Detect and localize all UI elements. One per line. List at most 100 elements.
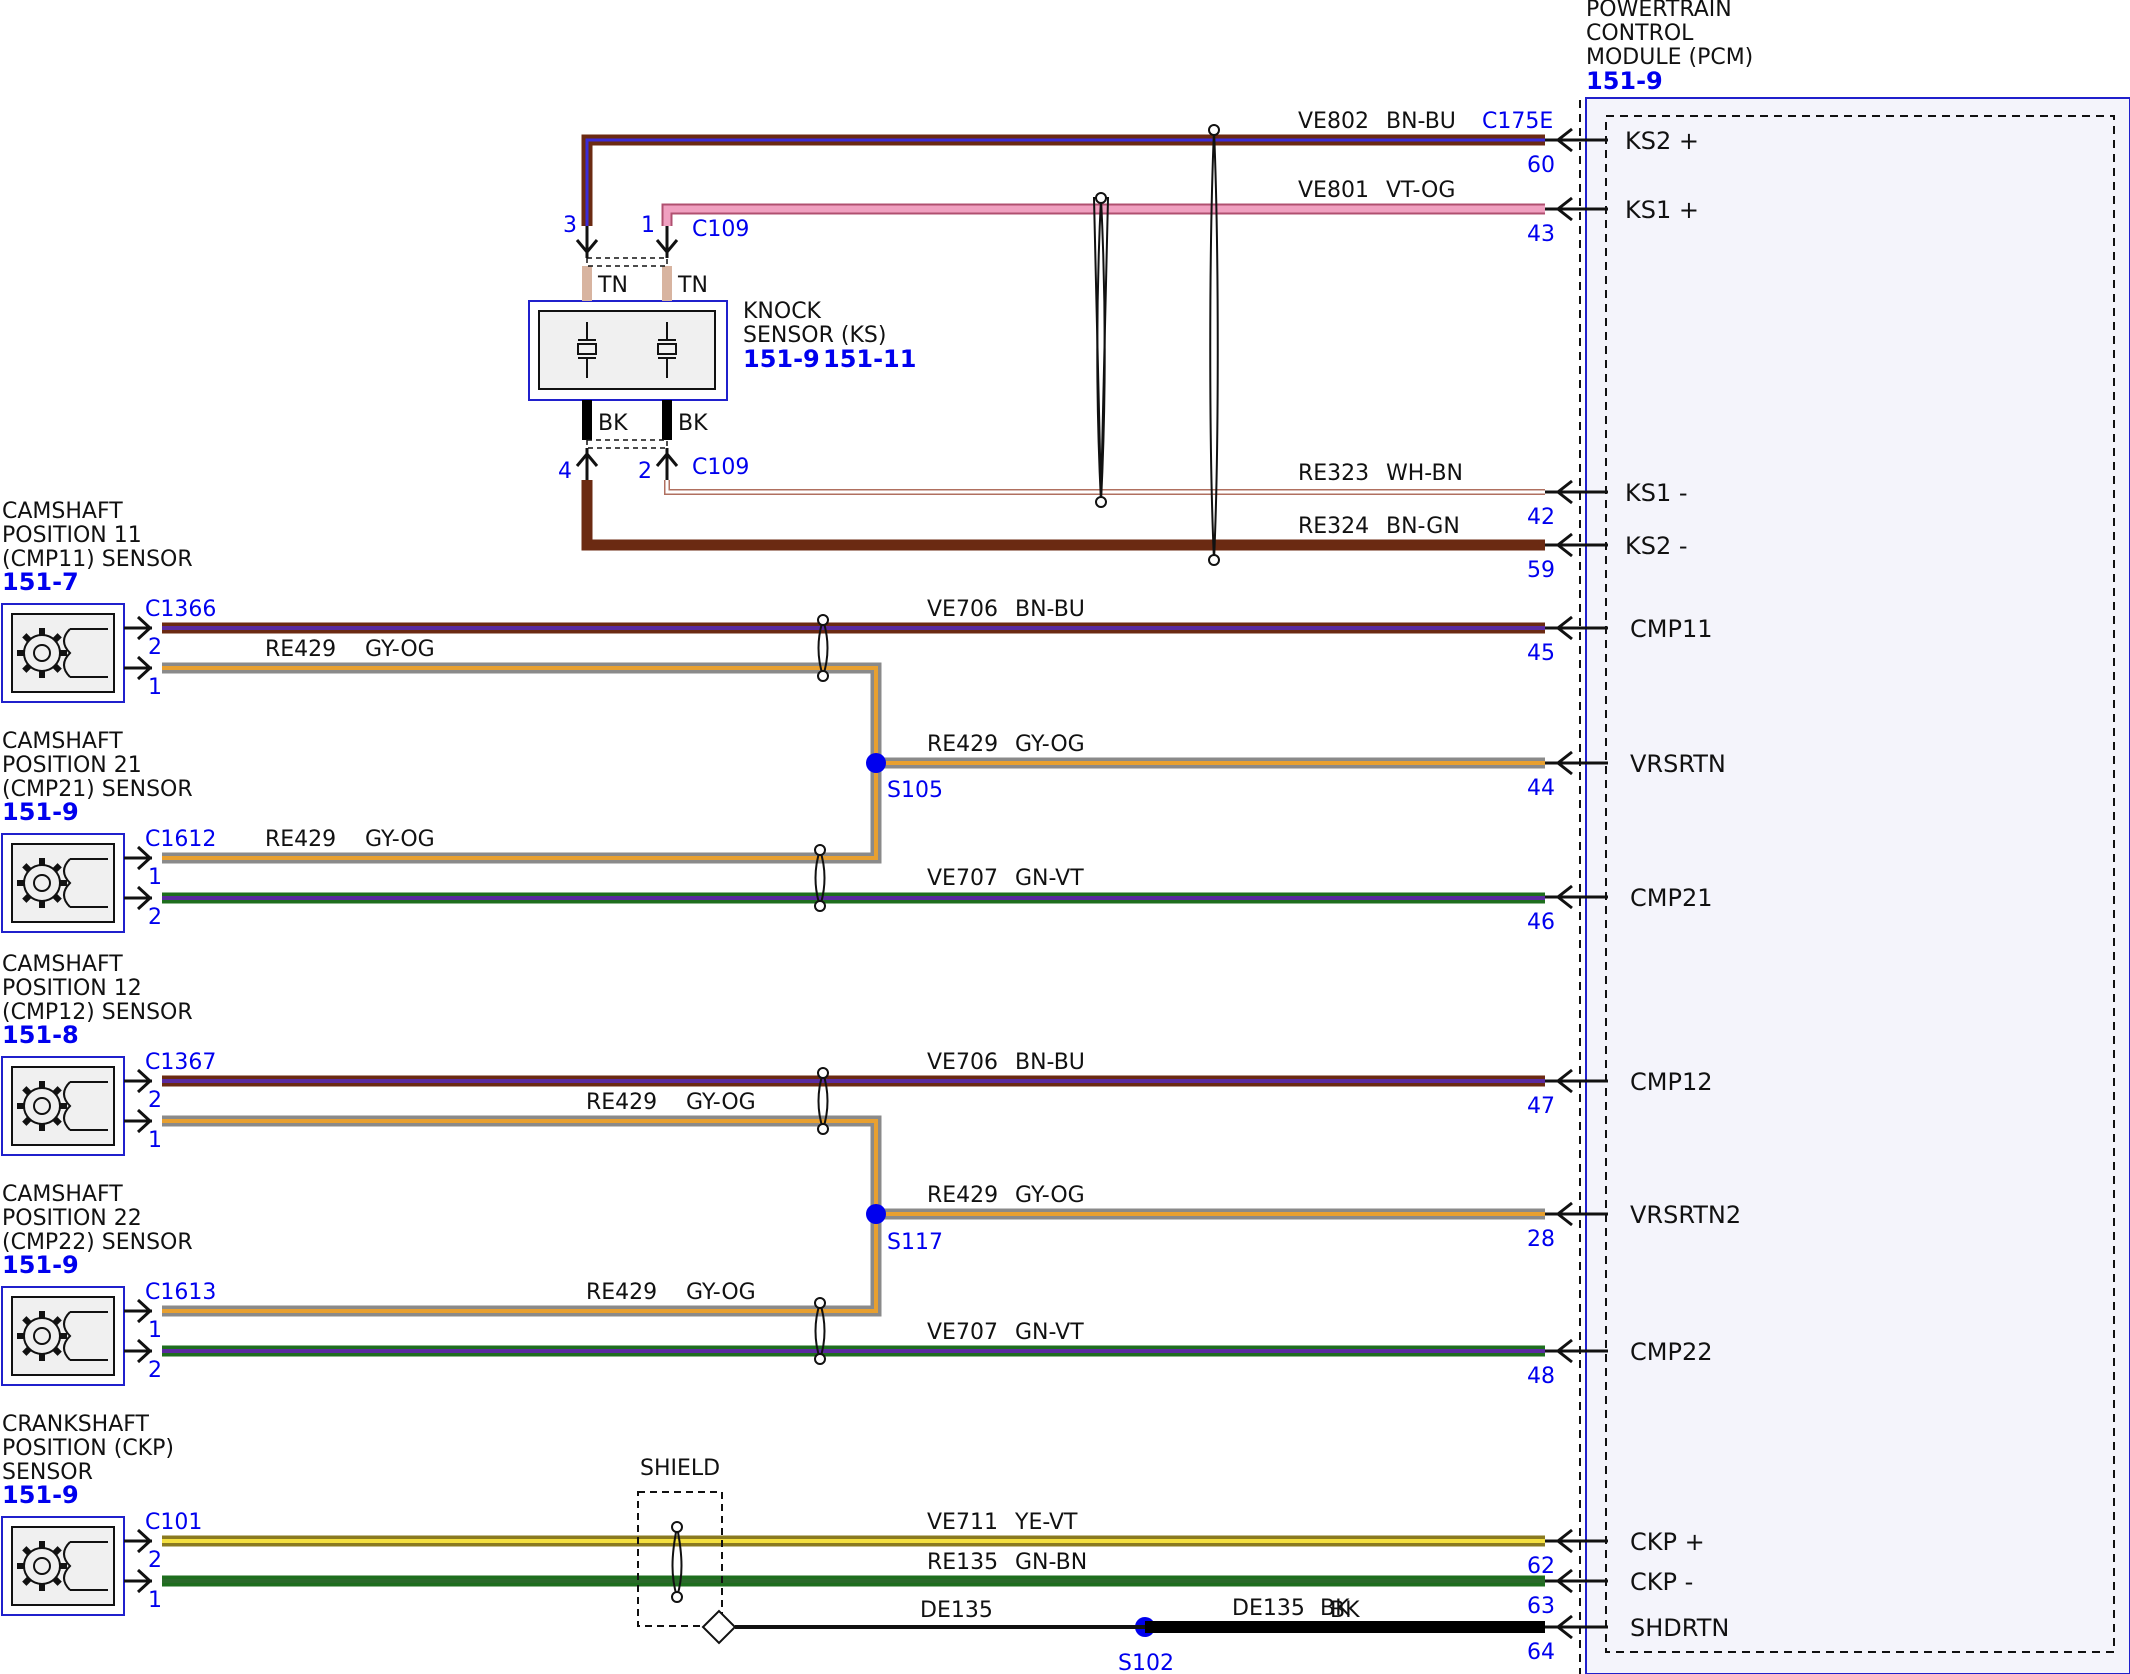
circuit-8-pin: 47: [1527, 1094, 1555, 1119]
ks-top-connector-box: [586, 257, 668, 267]
pcm-ref[interactable]: 151-9: [1586, 67, 1663, 95]
sensor-1-title-line-1: CAMSHAFT: [2, 499, 123, 524]
sensor-3-title-line-1: CAMSHAFT: [2, 952, 123, 977]
circuit-1-color: BN-BU: [1386, 109, 1456, 134]
sensor-2-title-line-2: POSITION 21: [2, 753, 142, 778]
shield-box: [637, 1491, 723, 1627]
pcm-pin-9: VRSRTN2: [1545, 1201, 1741, 1229]
branch-2-id: RE429: [265, 827, 336, 852]
ks-pin-1: 1: [641, 213, 655, 238]
circuit-9-color: GY-OG: [1015, 1183, 1085, 1208]
circuit-9-id: RE429: [927, 1183, 998, 1208]
circuit-7-id: VE707: [927, 866, 998, 891]
ks-ref-1[interactable]: 151-9: [743, 345, 820, 373]
circuit-11-color: YE-VT: [1014, 1510, 1078, 1535]
pcm-pin-2-label: KS1 +: [1625, 196, 1699, 224]
ks-pin-1-arrow: [655, 226, 679, 258]
circuit-10-pin: 48: [1527, 1364, 1555, 1389]
shield-label: SHIELD: [640, 1456, 720, 1481]
pcm-pin-11-label: CKP +: [1630, 1528, 1705, 1556]
circuit-1-pin: 60: [1527, 153, 1555, 178]
sensor-4-title-line-2: POSITION 22: [2, 1206, 142, 1231]
knock-sensor-body: [538, 310, 716, 390]
ks-lead-color-4: BK: [678, 411, 708, 436]
ks-title-line-1: KNOCK: [743, 299, 822, 324]
pcm-pin-13: SHDRTN: [1545, 1614, 1729, 1642]
ks1-twist: [1092, 197, 1110, 498]
shield-drain-color: BK: [1330, 1598, 1360, 1623]
sensor-4-ref[interactable]: 151-9: [2, 1251, 79, 1279]
splice-s105-dot: [866, 753, 886, 773]
sensor-5-connector: C101: [145, 1510, 202, 1535]
ks-pin-4-arrow: [575, 448, 599, 480]
ks-lead-color-2: TN: [677, 273, 708, 298]
wire-return-branch-4: [162, 1214, 882, 1317]
sensor-2-pin-top: 1: [148, 865, 162, 890]
gear-icon: [17, 1311, 67, 1361]
branch-3-color: GY-OG: [686, 1090, 756, 1115]
sensor-3-pin-bottom: 1: [148, 1128, 162, 1153]
branch-1-color: GY-OG: [365, 637, 435, 662]
ks-top-connector: C109: [692, 217, 749, 242]
circuit-7-pin: 46: [1527, 910, 1555, 935]
sensor-1-connector: C1366: [145, 597, 216, 622]
branch-4: RE429 GY-OG: [586, 1280, 756, 1305]
ks-lead-color-1: TN: [597, 273, 628, 298]
gear-icon: [17, 628, 67, 678]
circuit-3-id: RE323: [1298, 461, 1369, 486]
ks-pin-2-arrow: [655, 448, 679, 480]
branch-1-id: RE429: [265, 637, 336, 662]
gear-icon: [17, 858, 67, 908]
branch-2-color: GY-OG: [365, 827, 435, 852]
splice-s117-dot: [866, 1204, 886, 1224]
circuit-6-id: RE429: [927, 732, 998, 757]
sensor-5-ref[interactable]: 151-9: [2, 1481, 79, 1509]
circuit-12-id: RE135: [927, 1550, 998, 1575]
circuit-5-pin: 45: [1527, 641, 1555, 666]
wire-labels: VE802 BN-BU60VE801 VT-OG43RE323 WH-BN42RE32…: [265, 109, 1555, 1665]
sensor-3-ref[interactable]: 151-8: [2, 1021, 79, 1049]
sensor-1-title-line-2: POSITION 11: [2, 523, 142, 548]
ks-pin-4: 4: [558, 459, 572, 484]
circuit-7-color: GN-VT: [1015, 866, 1084, 891]
circuit-4-id: RE324: [1298, 514, 1369, 539]
circuit-4-pin: 59: [1527, 558, 1555, 583]
circuit-4-color: BN-GN: [1386, 514, 1460, 539]
shield: SHIELD DE135: [637, 1456, 1545, 1645]
circuit-2-color: VT-OG: [1386, 178, 1455, 203]
sensor-4-connector: C1613: [145, 1280, 216, 1305]
ks-ref-2[interactable]: 151-11: [823, 345, 916, 373]
circuit-3-color: WH-BN: [1386, 461, 1463, 486]
sensor-2-ref[interactable]: 151-9: [2, 798, 79, 826]
branch-3: RE429 GY-OG: [586, 1090, 756, 1115]
pcm-pin-9-label: VRSRTN2: [1630, 1201, 1741, 1229]
shield-ground-diamond: [701, 1609, 737, 1645]
sensor-3-pin-top: 2: [148, 1088, 162, 1113]
ks2-twist: [1209, 129, 1219, 561]
sensor-1-ref[interactable]: 151-7: [2, 568, 79, 596]
wire-return-branch-3: [162, 1115, 882, 1214]
sensor-1-pin-bottom: 1: [148, 675, 162, 700]
pcm-title-line-1: POWERTRAIN: [1586, 0, 1732, 22]
circuit-8-id: VE706: [927, 1050, 998, 1075]
circuit-1-id: VE802: [1298, 109, 1369, 134]
gear-icon: [17, 1541, 67, 1591]
pcm-module: POWERTRAIN CONTROL MODULE (PCM) 151-9 C1…: [1482, 0, 2130, 1674]
pcm-pin-10-label: CMP22: [1630, 1338, 1712, 1366]
circuit-2-id: VE801: [1298, 178, 1369, 203]
circuit-12-pin: 63: [1527, 1594, 1555, 1619]
sensor-2-connector: C1612: [145, 827, 216, 852]
circuit-13-id: DE135: [1232, 1596, 1305, 1621]
circuit-6-color: GY-OG: [1015, 732, 1085, 757]
ks-bottom-connector-box: [586, 439, 668, 449]
circuit-11-id: VE711: [927, 1510, 998, 1535]
wiring-diagram: POWERTRAIN CONTROL MODULE (PCM) 151-9 C1…: [1, 0, 2130, 1674]
gear-icon: [17, 1081, 67, 1131]
circuit-8-color: BN-BU: [1015, 1050, 1085, 1075]
pcm-pin-5-label: CMP11: [1630, 615, 1712, 643]
sensor-2-pin-bottom: 2: [148, 905, 162, 930]
circuit-3-pin: 42: [1527, 505, 1555, 530]
branch-4-id: RE429: [586, 1280, 657, 1305]
circuit-11-pin: 62: [1527, 1554, 1555, 1579]
circuit-10-color: GN-VT: [1015, 1320, 1084, 1345]
